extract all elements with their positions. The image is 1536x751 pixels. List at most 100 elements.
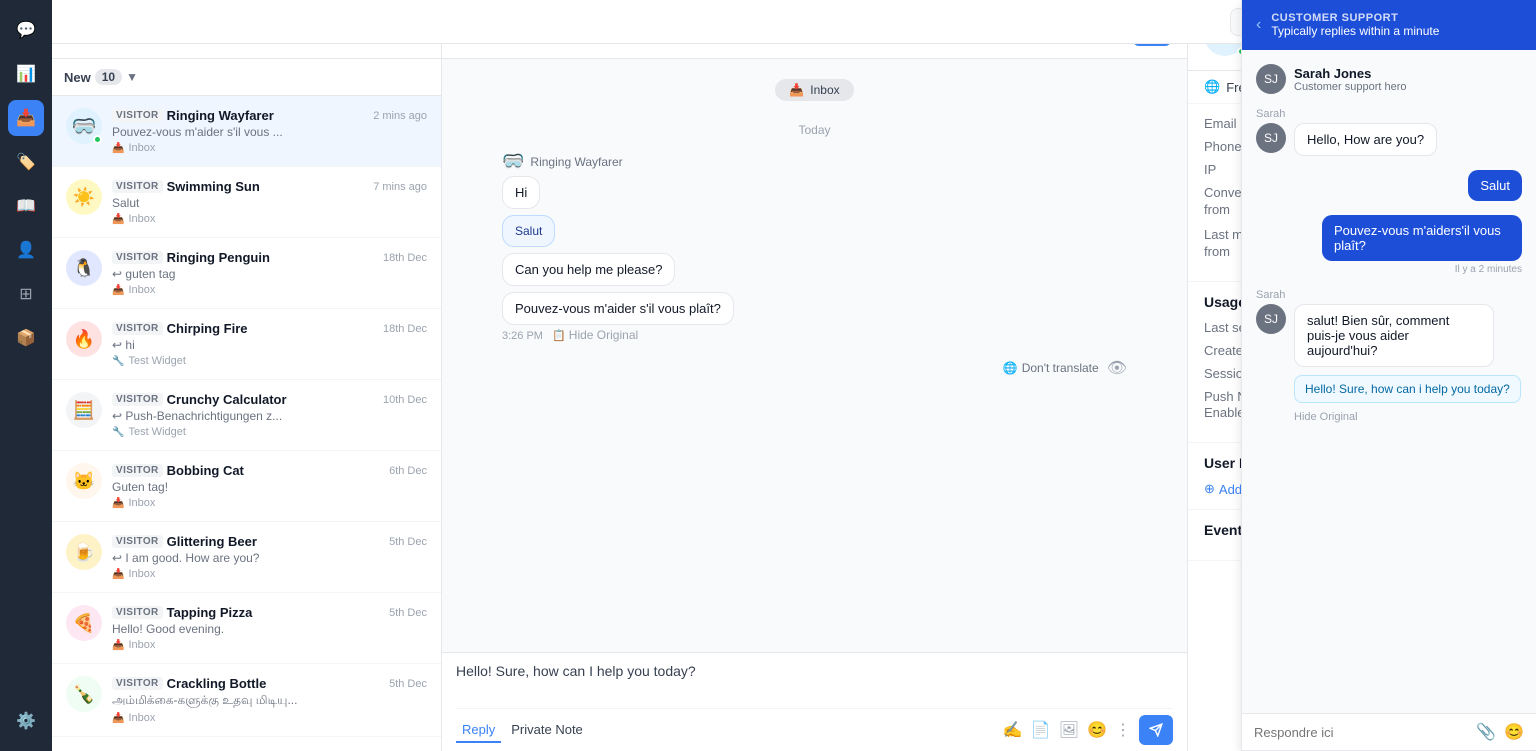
popup-msg-avatar-1: SJ xyxy=(1256,123,1286,153)
conv-item-6[interactable]: 🐱 VISITOR Bobbing Cat 6th Dec Guten tag!… xyxy=(52,451,441,522)
conv-name-7: Glittering Beer xyxy=(167,534,257,549)
new-count: 10 xyxy=(95,69,122,85)
visitor-tag-8: VISITOR xyxy=(112,606,163,619)
conv-name-8: Tapping Pizza xyxy=(167,605,253,620)
popup-messages: SJ Sarah Jones Customer support hero Sar… xyxy=(1242,50,1536,713)
chat-popup: ‹ CUSTOMER SUPPORT Typically replies wit… xyxy=(1241,0,1536,751)
source-label-5: Test Widget xyxy=(128,426,185,438)
popup-reply-input[interactable] xyxy=(1254,725,1468,740)
toolbar-icons: ✍ 📄 🖼 😊 ⋮ xyxy=(1003,715,1173,745)
popup-agent-avatar: SJ xyxy=(1256,64,1286,94)
popup-emoji-icon[interactable]: 😊 xyxy=(1504,722,1524,742)
conv-time-8: 5th Dec xyxy=(389,607,427,619)
conv-item-1[interactable]: 🥽 VISITOR Ringing Wayfarer 2 mins ago Po… xyxy=(52,96,441,167)
conv-source-3: 📥 Inbox xyxy=(112,284,427,296)
visitor-tag-3: VISITOR xyxy=(112,251,163,264)
new-label: New xyxy=(64,70,91,85)
conv-item-3[interactable]: 🐧 VISITOR Ringing Penguin 18th Dec ↩ gut… xyxy=(52,238,441,309)
conv-source-1: 📥 Inbox xyxy=(112,142,427,154)
msg-sender-name: 🥽 Ringing Wayfarer xyxy=(502,151,1127,172)
source-label-9: Inbox xyxy=(128,712,155,724)
popup-bubble-1: Hello, How are you? xyxy=(1294,123,1437,156)
conv-name-9: Crackling Bottle xyxy=(167,676,267,691)
message-help: Can you help me please? xyxy=(502,253,675,286)
conv-source-2: 📥 Inbox xyxy=(112,213,427,225)
reply-input[interactable]: Hello! Sure, how can I help you today? xyxy=(456,663,1173,703)
dont-translate-btn[interactable]: 🌐 Don't translate xyxy=(1003,361,1099,375)
conv-msg-4: ↩ hi xyxy=(112,338,342,352)
popup-bubble-fr-msg: salut! Bien sûr, comment puis-je vous ai… xyxy=(1294,304,1494,367)
source-label-6: Inbox xyxy=(128,497,155,509)
send-button[interactable] xyxy=(1139,715,1173,745)
online-indicator-1 xyxy=(93,135,102,144)
inbox-chip: 📥 Inbox xyxy=(775,79,853,101)
sidebar-icon-chat[interactable]: 💬 xyxy=(8,12,44,48)
article-icon-btn[interactable]: 📄 xyxy=(1031,720,1051,740)
sidebar-icon-book[interactable]: 📖 xyxy=(8,188,44,224)
translate-icon: 🌐 xyxy=(1003,361,1018,375)
conv-time-7: 5th Dec xyxy=(389,536,427,548)
popup-msg-group-1: Sarah SJ Hello, How are you? xyxy=(1256,108,1522,156)
popup-back-btn[interactable]: ‹ xyxy=(1256,16,1261,34)
avatar-7: 🍺 xyxy=(66,534,102,570)
sidebar-icon-settings[interactable]: ⚙️ xyxy=(8,703,44,739)
conv-name-3: Ringing Penguin xyxy=(167,250,270,265)
popup-header-title: CUSTOMER SUPPORT xyxy=(1271,12,1522,24)
popup-msg-row-1: SJ Hello, How are you? xyxy=(1256,123,1522,156)
signature-icon-btn[interactable]: ✍ xyxy=(1003,720,1023,740)
new-filter-chevron[interactable]: ▼ xyxy=(126,70,138,84)
popup-attachment-icon[interactable]: 📎 xyxy=(1476,722,1496,742)
popup-sender-2: Sarah xyxy=(1256,289,1522,301)
popup-agent-details: Sarah Jones Customer support hero xyxy=(1294,66,1407,93)
conv-item-8[interactable]: 🍕 VISITOR Tapping Pizza 5th Dec Hello! G… xyxy=(52,593,441,664)
conv-body-6: VISITOR Bobbing Cat 6th Dec Guten tag! 📥… xyxy=(112,463,427,509)
visitor-tag-7: VISITOR xyxy=(112,535,163,548)
conv-name-2: Swimming Sun xyxy=(167,179,260,194)
sidebar-icon-box[interactable]: 📦 xyxy=(8,320,44,356)
popup-hide-original[interactable]: Hide Original xyxy=(1294,411,1521,423)
emoji-icon-btn[interactable]: 😊 xyxy=(1087,720,1107,740)
conv-body-7: VISITOR Glittering Beer 5th Dec ↩ I am g… xyxy=(112,534,427,580)
popup-bubble-fr: Pouvez-vous m'aiders'il vous plaît? xyxy=(1322,215,1522,261)
sidebar-icon-grid[interactable]: ⊞ xyxy=(8,276,44,312)
sidebar-icon-contacts[interactable]: 🏷️ xyxy=(8,144,44,180)
popup-sender-1: Sarah xyxy=(1256,108,1522,120)
more-options-btn[interactable]: ⋮ xyxy=(1115,720,1131,740)
conv-item-2[interactable]: ☀️ VISITOR Swimming Sun 7 mins ago Salut… xyxy=(52,167,441,238)
chat-messages: 📥 Inbox Today 🥽 Ringing Wayfarer Hi Salu… xyxy=(442,59,1187,652)
hide-original-btn[interactable]: Hide Original xyxy=(569,328,638,342)
popup-input-area: 📎 😊 xyxy=(1242,713,1536,750)
popup-msg-fr: Pouvez-vous m'aiders'il vous plaît? Il y… xyxy=(1256,215,1522,275)
image-icon-btn[interactable]: 🖼 xyxy=(1059,720,1079,740)
private-note-tab[interactable]: Private Note xyxy=(505,718,589,743)
message-salut: Salut xyxy=(502,215,555,247)
source-icon-3: 📥 xyxy=(112,285,124,296)
message-fr: Pouvez-vous m'aider s'il vous plaît? xyxy=(502,292,734,325)
popup-bubble-salut: Salut xyxy=(1468,170,1522,201)
conv-item-7[interactable]: 🍺 VISITOR Glittering Beer 5th Dec ↩ I am… xyxy=(52,522,441,593)
conv-item-5[interactable]: 🧮 VISITOR Crunchy Calculator 10th Dec ↩ … xyxy=(52,380,441,451)
conv-source-6: 📥 Inbox xyxy=(112,497,427,509)
reply-tab[interactable]: Reply xyxy=(456,718,501,743)
translate-settings-icon: 👁 xyxy=(1107,358,1127,378)
inbox-chip-label: Inbox xyxy=(810,83,839,97)
conv-source-4: 🔧 Test Widget xyxy=(112,355,427,367)
conv-body-1: VISITOR Ringing Wayfarer 2 mins ago Pouv… xyxy=(112,108,427,154)
conv-time-6: 6th Dec xyxy=(389,465,427,477)
sidebar-icon-person[interactable]: 👤 xyxy=(8,232,44,268)
avatar-2: ☀️ xyxy=(66,179,102,215)
conv-item-4[interactable]: 🔥 VISITOR Chirping Fire 18th Dec ↩ hi 🔧 xyxy=(52,309,441,380)
message-hi: Hi xyxy=(502,176,540,209)
translate-icon: 🌐 xyxy=(1204,79,1220,95)
conv-msg-9: அம்மிக்கை-களுக்கு உதவு மிடியு... xyxy=(112,693,342,709)
source-label-3: Inbox xyxy=(128,284,155,296)
reply-toolbar: Reply Private Note ✍ 📄 🖼 😊 ⋮ xyxy=(456,708,1173,745)
source-label-4: Test Widget xyxy=(128,355,185,367)
popup-header-text: CUSTOMER SUPPORT Typically replies withi… xyxy=(1271,12,1522,38)
new-filter[interactable]: New 10 ▼ xyxy=(64,69,138,85)
popup-bubble-translated: Hello! Sure, how can i help you today? xyxy=(1294,375,1521,403)
sidebar-icon-inbox[interactable]: 📥 xyxy=(8,100,44,136)
conv-body-5: VISITOR Crunchy Calculator 10th Dec ↩ Pu… xyxy=(112,392,427,438)
sidebar-icon-reports[interactable]: 📊 xyxy=(8,56,44,92)
conv-item-9[interactable]: 🍾 VISITOR Crackling Bottle 5th Dec அம்மி… xyxy=(52,664,441,737)
